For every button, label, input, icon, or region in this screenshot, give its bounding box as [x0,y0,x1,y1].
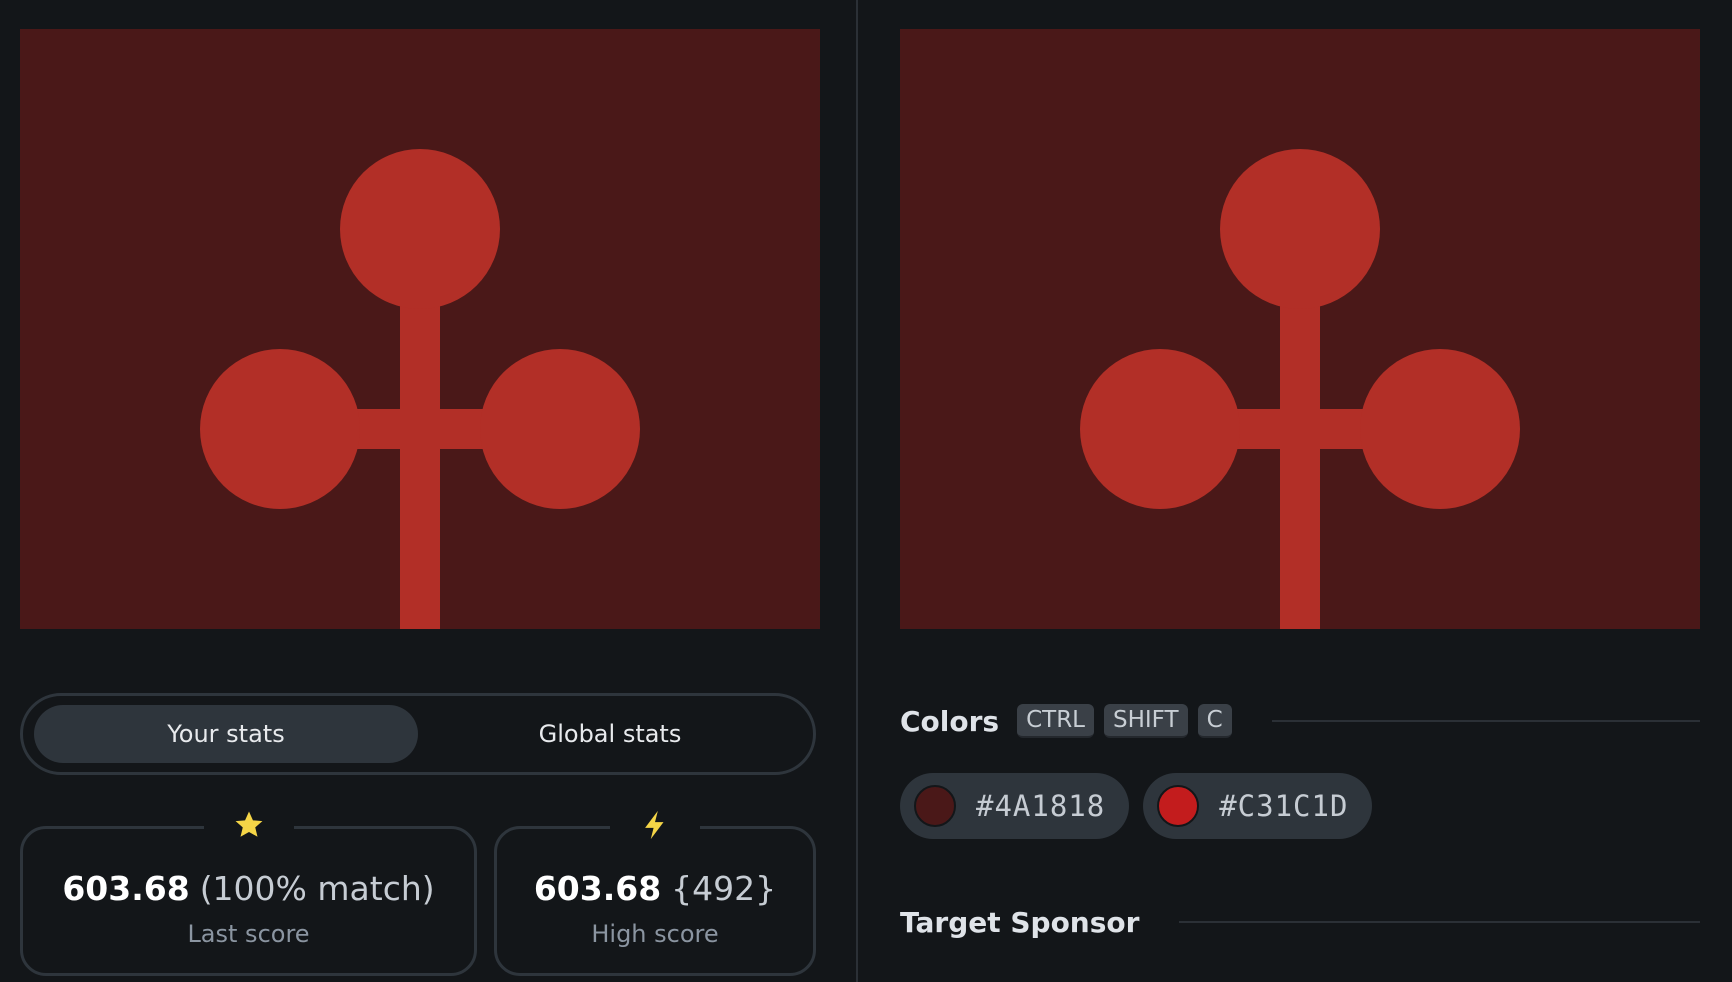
target-shape [900,29,1700,629]
output-shape [20,29,820,629]
output-canvas [20,29,820,629]
high-score-label: High score [591,920,719,948]
lightning-icon [645,810,664,840]
kbd-shift: SHIFT [1104,704,1188,738]
last-score-line: 603.68 (100% match) [23,869,474,908]
color-swatches: #4A1818 #C31C1D [900,773,1373,839]
swatch-hex: #4A1818 [976,789,1106,823]
swatch-dot [1157,785,1200,827]
tab-your-stats[interactable]: Your stats [34,705,418,763]
color-swatch[interactable]: #4A1818 [900,773,1130,839]
card-badge [203,805,294,845]
stats-toggle: Your stats Global stats [20,693,816,775]
last-score-card: 603.68 (100% match) Last score [20,805,477,976]
left-panel: Your stats Global stats 603.68 (100% matc… [0,0,858,982]
colors-title: Colors [900,704,1000,738]
high-score-rank: {492} [671,869,777,908]
section-divider [1271,720,1700,722]
right-panel: Colors CTRL SHIFT C #4A1818 #C31C1D Targ… [860,0,1732,982]
kbd-c: C [1197,704,1232,738]
high-score-card: 603.68 {492} High score [494,805,816,976]
last-score-label: Last score [187,920,310,948]
sponsor-header: Target Sponsor [900,900,1700,944]
star-icon [235,811,262,837]
high-score-value: 603.68 [533,869,662,908]
colors-header: Colors CTRL SHIFT C [900,700,1700,742]
last-score-match: (100% match) [199,869,435,908]
kbd-ctrl: CTRL [1017,704,1094,738]
tab-global-stats[interactable]: Global stats [418,705,802,763]
sponsor-title: Target Sponsor [900,905,1140,939]
color-swatch[interactable]: #C31C1D [1143,773,1373,839]
card-badge [610,805,700,845]
high-score-line: 603.68 {492} [497,869,813,908]
last-score-value: 603.68 [62,869,190,908]
swatch-hex: #C31C1D [1219,789,1349,823]
target-canvas [900,29,1700,629]
swatch-dot [914,785,956,827]
section-divider [1179,921,1700,923]
